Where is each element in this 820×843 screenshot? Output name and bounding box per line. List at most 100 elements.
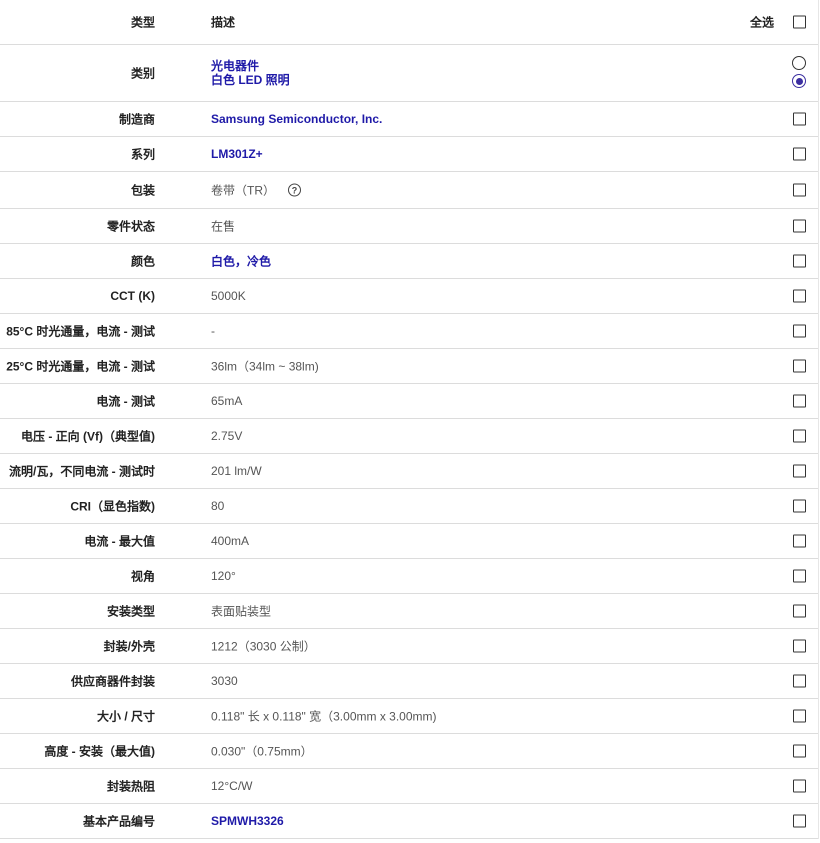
checkbox-box[interactable]	[793, 359, 806, 373]
checkbox-box[interactable]	[793, 534, 806, 548]
attribute-value-cell: 卷带（TR）?	[211, 182, 301, 199]
attribute-label: 颜色	[130, 254, 155, 269]
checkbox-box[interactable]	[793, 604, 806, 618]
attribute-label: 系列	[130, 147, 155, 162]
product-attributes-table: 类型 描述 全选 类别 光电器件 白色 LED 照明 制造商 Samsung Se…	[0, 0, 819, 839]
attribute-value: 65mA	[211, 394, 243, 408]
table-row: 流明/瓦，不同电流 - 测试时 201 lm/W	[0, 454, 818, 489]
row-select-checkbox[interactable]	[793, 183, 806, 197]
description-column-header: 描述	[211, 15, 236, 30]
checkbox-box[interactable]	[793, 674, 806, 688]
row-select-checkbox[interactable]	[793, 814, 806, 828]
row-select-checkbox[interactable]	[793, 429, 806, 443]
row-select-checkbox[interactable]	[793, 674, 806, 688]
attribute-value-cell: 在售	[211, 218, 235, 235]
row-select-checkbox[interactable]	[793, 219, 806, 233]
attribute-value-cell: 白色，冷色	[211, 253, 271, 270]
attribute-value-cell: 120°	[211, 569, 236, 583]
checkbox-box[interactable]	[793, 219, 806, 233]
row-select-checkbox[interactable]	[793, 254, 806, 268]
table-row: 高度 - 安装（最大值) 0.030"（0.75mm）	[0, 734, 818, 769]
table-row: 25°C 时光通量，电流 - 测试 36lm（34lm ~ 38lm)	[0, 349, 818, 384]
row-select-checkbox[interactable]	[793, 744, 806, 758]
checkbox-box[interactable]	[793, 709, 806, 723]
row-select-checkbox[interactable]	[793, 534, 806, 548]
row-select-checkbox[interactable]	[793, 289, 806, 303]
attribute-value-cell: SPMWH3326	[211, 814, 284, 828]
row-select-checkbox[interactable]	[793, 464, 806, 478]
attribute-value: 36lm（34lm ~ 38lm)	[211, 359, 319, 374]
row-select-checkbox[interactable]	[793, 569, 806, 583]
row-select-checkbox[interactable]	[793, 359, 806, 373]
table-row: CCT (K) 5000K	[0, 279, 818, 314]
help-icon[interactable]: ?	[288, 183, 301, 197]
table-row: 大小 / 尺寸 0.118" 长 x 0.118" 宽（3.00mm x 3.00…	[0, 699, 818, 734]
row-select-checkbox[interactable]	[793, 709, 806, 723]
checkbox-box[interactable]	[793, 394, 806, 408]
checkbox-box[interactable]	[793, 254, 806, 268]
attribute-value-cell: 2.75V	[211, 429, 242, 443]
row-select-checkbox[interactable]	[793, 604, 806, 618]
checkbox-box[interactable]	[793, 15, 806, 29]
checkbox-box[interactable]	[793, 112, 806, 126]
checkbox-box[interactable]	[793, 744, 806, 758]
attribute-value-cell: 1212（3030 公制）	[211, 638, 316, 655]
checkbox-box[interactable]	[793, 569, 806, 583]
attribute-value-cell: Samsung Semiconductor, Inc.	[211, 112, 382, 126]
checkbox-box[interactable]	[793, 183, 806, 197]
table-row: 系列 LM301Z+	[0, 137, 818, 172]
attribute-value-cell: 5000K	[211, 289, 246, 303]
checkbox-box[interactable]	[793, 814, 806, 828]
attribute-label: 供应商器件封装	[70, 674, 155, 689]
category-row: 类别 光电器件 白色 LED 照明	[0, 45, 818, 102]
attribute-label: 电流 - 最大值	[84, 534, 155, 549]
checkbox-box[interactable]	[793, 289, 806, 303]
checkbox-box[interactable]	[793, 639, 806, 653]
row-select-checkbox[interactable]	[793, 499, 806, 513]
attribute-value: 1212（3030 公制）	[211, 639, 316, 654]
checkbox-box[interactable]	[793, 779, 806, 793]
category-radio-optoelectronics[interactable]	[792, 56, 806, 70]
attribute-value-link[interactable]: 白色，冷色	[211, 253, 271, 270]
row-select-checkbox[interactable]	[793, 147, 806, 161]
attribute-value-link[interactable]: LM301Z+	[211, 147, 263, 161]
attribute-value-link[interactable]: Samsung Semiconductor, Inc.	[211, 112, 382, 126]
attribute-value-link[interactable]: SPMWH3326	[211, 814, 284, 828]
table-row: 包装 卷带（TR）?	[0, 172, 818, 209]
attribute-value-cell: 65mA	[211, 394, 242, 408]
category-label: 类别	[130, 66, 155, 81]
attribute-value: 0.118" 长 x 0.118" 宽（3.00mm x 3.00mm)	[211, 709, 437, 724]
category-link-optoelectronics[interactable]: 光电器件	[211, 59, 290, 73]
table-row: 基本产品编号 SPMWH3326	[0, 804, 818, 839]
checkbox-box[interactable]	[793, 147, 806, 161]
attribute-value-cell: 3030	[211, 674, 238, 688]
checkbox-box[interactable]	[793, 499, 806, 513]
row-select-checkbox[interactable]	[793, 324, 806, 338]
attribute-label: 封装热阻	[106, 779, 155, 794]
attribute-label: 电压 - 正向 (Vf)（典型值)	[21, 429, 155, 444]
checkbox-box[interactable]	[793, 464, 806, 478]
row-select-checkbox[interactable]	[793, 394, 806, 408]
category-radio-white-led[interactable]	[792, 74, 806, 88]
table-row: 零件状态 在售	[0, 209, 818, 244]
attribute-value-cell: 201 lm/W	[211, 464, 262, 478]
attribute-value-cell: LM301Z+	[211, 147, 263, 161]
attribute-value: 400mA	[211, 534, 250, 548]
attribute-label: 零件状态	[106, 219, 155, 234]
attribute-label: 视角	[130, 569, 155, 584]
attribute-value: 表面贴装型	[211, 604, 272, 619]
row-select-checkbox[interactable]	[793, 779, 806, 793]
attribute-label: 封装/外壳	[103, 639, 155, 654]
attribute-value-cell: 80	[211, 499, 224, 513]
attribute-value: 3030	[211, 674, 238, 688]
attribute-value: 2.75V	[211, 429, 243, 443]
row-select-checkbox[interactable]	[793, 639, 806, 653]
checkbox-box[interactable]	[793, 429, 806, 443]
select-all-checkbox[interactable]	[793, 15, 806, 29]
attribute-value-cell: 0.030"（0.75mm）	[211, 743, 313, 760]
attribute-value-cell: 36lm（34lm ~ 38lm)	[211, 358, 319, 375]
attribute-value: 120°	[211, 569, 236, 583]
category-link-white-led[interactable]: 白色 LED 照明	[211, 73, 290, 87]
row-select-checkbox[interactable]	[793, 112, 806, 126]
checkbox-box[interactable]	[793, 324, 806, 338]
